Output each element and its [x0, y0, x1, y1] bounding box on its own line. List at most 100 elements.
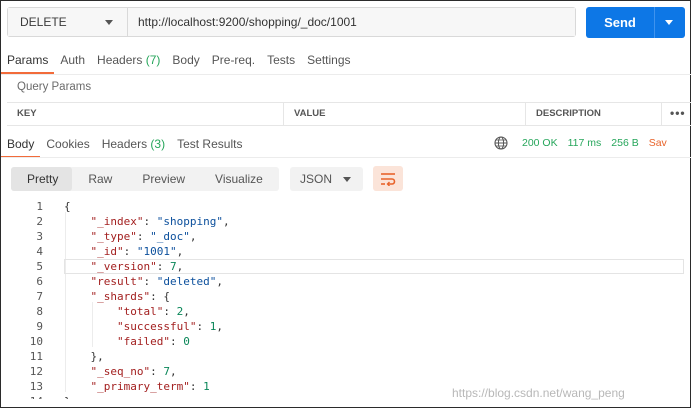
tab-label: Tests	[267, 53, 296, 67]
tab-pre-req[interactable]: Pre-req.	[206, 48, 261, 74]
request-bar: DELETE	[7, 7, 576, 37]
json-punctuation: ,	[169, 365, 177, 378]
code-text: "successful": 1,	[64, 319, 223, 334]
json-key: "_seq_no"	[90, 365, 151, 378]
code-line: 10 "failed": 0	[1, 334, 691, 349]
line-number: 12	[29, 365, 43, 378]
column-header-key: KEY	[7, 103, 284, 125]
code-text: "_primary_term": 1	[64, 379, 210, 394]
json-string: "1001"	[136, 245, 177, 258]
json-punctuation	[64, 365, 91, 378]
line-number: 6	[36, 275, 43, 288]
json-punctuation: :	[169, 335, 184, 348]
view-mode-pretty[interactable]: Pretty	[11, 167, 73, 191]
code-line: 6 "result": "deleted",	[1, 274, 691, 289]
json-punctuation	[64, 230, 91, 243]
json-punctuation: :	[196, 320, 210, 333]
line-number: 5	[36, 260, 43, 273]
json-punctuation	[64, 260, 91, 273]
json-number: 7	[163, 365, 170, 378]
wrap-lines-icon	[381, 172, 396, 186]
tab-label: Headers	[101, 137, 148, 151]
code-line: 3 "_type": "_doc",	[1, 229, 691, 244]
tab-body[interactable]: Body	[166, 48, 205, 74]
globe-icon[interactable]	[494, 136, 508, 150]
response-tab-headers[interactable]: Headers (3)	[96, 132, 171, 158]
json-key: "_type"	[90, 230, 137, 243]
tab-label: Body	[172, 53, 200, 67]
code-text: "_version": 7,	[64, 259, 184, 274]
line-number: 8	[36, 305, 43, 318]
url-input[interactable]	[128, 8, 575, 36]
send-label: Send	[604, 15, 636, 30]
code-text: "_index": "shopping",	[64, 214, 230, 229]
response-size: 256 B	[611, 137, 639, 149]
json-punctuation: ,	[183, 305, 190, 318]
json-punctuation: :	[163, 305, 177, 318]
tab-label: Params	[7, 53, 49, 67]
tab-params[interactable]: Params	[1, 48, 55, 74]
json-punctuation	[64, 275, 91, 288]
json-key: "failed"	[116, 335, 170, 348]
code-line: 9 "successful": 1,	[1, 319, 691, 334]
code-text: "failed": 0	[64, 334, 190, 349]
column-header-value: VALUE	[284, 103, 526, 125]
format-select[interactable]: JSON	[290, 167, 363, 191]
tab-settings[interactable]: Settings	[301, 48, 356, 74]
save-response-link[interactable]: Sav	[649, 137, 667, 149]
code-line: 2 "_index": "shopping",	[1, 214, 691, 229]
code-line: 12 "_seq_no": 7,	[1, 364, 691, 379]
tab-auth[interactable]: Auth	[54, 48, 91, 74]
response-tab-body[interactable]: Body	[1, 132, 41, 158]
json-punctuation: :	[123, 245, 137, 258]
json-punctuation	[64, 380, 91, 393]
json-punctuation: ,	[216, 320, 223, 333]
send-button[interactable]: Send	[586, 7, 685, 38]
json-key: "result"	[90, 275, 144, 288]
code-text: "_shards": {	[64, 289, 170, 304]
code-text: "result": "deleted",	[64, 274, 223, 289]
json-number: 1	[203, 380, 210, 393]
json-punctuation: {	[64, 200, 71, 213]
json-punctuation: :	[143, 275, 157, 288]
json-string: "deleted"	[156, 275, 217, 288]
wrap-lines-button[interactable]	[373, 166, 403, 191]
view-mode-preview[interactable]: Preview	[126, 167, 199, 191]
json-punctuation: :	[136, 230, 151, 243]
json-punctuation: : {	[150, 290, 170, 303]
params-table-header: KEY VALUE DESCRIPTION •••	[7, 102, 691, 126]
tab-headers[interactable]: Headers (7)	[91, 48, 166, 74]
request-tabs: Params Auth Headers (7) Body Pre-req. Tests Se…	[1, 48, 357, 74]
code-text: "_id": "1001",	[64, 244, 184, 259]
response-time: 117 ms	[567, 137, 602, 149]
response-body-editor[interactable]: 1{2 "_index": "shopping", 3 "_type": "_do…	[1, 197, 691, 399]
tab-label: Test Results	[177, 137, 243, 151]
json-punctuation	[64, 320, 117, 333]
response-tabs: Body Cookies Headers (3) Test Results	[1, 132, 248, 158]
method-label: DELETE	[20, 15, 67, 29]
tab-tests[interactable]: Tests	[261, 48, 301, 74]
line-number: 10	[29, 335, 43, 348]
view-mode-raw[interactable]: Raw	[72, 167, 126, 191]
view-mode-group: Pretty Raw Preview Visualize	[11, 167, 279, 191]
response-status: 200 OK 117 ms 256 B Sav	[494, 136, 667, 150]
json-string: "_doc"	[150, 230, 190, 243]
json-number: 0	[183, 335, 190, 348]
code-line: 5 "_version": 7,	[1, 259, 691, 274]
response-tab-cookies[interactable]: Cookies	[40, 132, 95, 158]
json-number: 7	[169, 260, 177, 273]
watermark: https://blog.csdn.net/wang_peng	[452, 386, 625, 400]
more-options-icon[interactable]: •••	[662, 103, 686, 125]
response-tab-test-results[interactable]: Test Results	[171, 132, 248, 158]
tab-count-badge: (3)	[150, 137, 166, 151]
view-mode-visualize[interactable]: Visualize	[199, 167, 277, 191]
method-select[interactable]: DELETE	[8, 8, 128, 36]
postman-window: DELETE Send Params Auth Headers (7) Body Pre…	[0, 0, 691, 408]
line-number: 7	[36, 290, 43, 303]
send-dropdown-button[interactable]	[655, 7, 685, 38]
json-punctuation: :	[189, 380, 204, 393]
code-line: 1{	[1, 199, 691, 214]
json-key: "_shards"	[90, 290, 151, 303]
chevron-down-icon	[665, 20, 673, 25]
code-line: 8 "total": 2,	[1, 304, 691, 319]
